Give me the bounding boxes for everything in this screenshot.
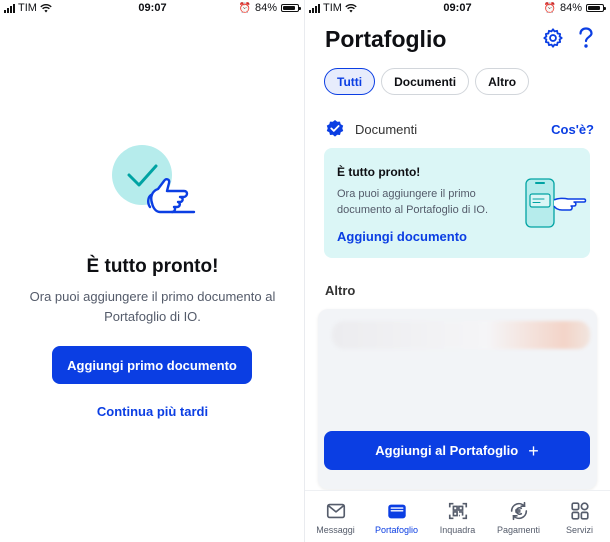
- tab-label: Inquadra: [439, 525, 476, 535]
- euro-cycle-icon: [510, 501, 527, 521]
- wallet-screen: TIM 09:07 ⏰ 84% Portafoglio Tutti Docume…: [305, 0, 610, 542]
- page-title: Portafoglio: [325, 26, 447, 52]
- filter-chip-other[interactable]: Altro: [475, 68, 530, 95]
- thumbs-up-illustration: [112, 145, 196, 214]
- ready-banner: È tutto pronto! Ora puoi aggiungere il p…: [324, 148, 590, 258]
- battery-percent: 84%: [254, 2, 277, 14]
- filter-chips: Tutti Documenti Altro: [324, 68, 530, 95]
- what-is-it-link[interactable]: Cos'è?: [551, 122, 594, 137]
- blurred-content: [332, 321, 590, 349]
- alarm-icon: ⏰: [238, 2, 251, 14]
- help-question-icon[interactable]: [578, 27, 594, 49]
- phone-with-card-illustration: [525, 178, 587, 228]
- tab-scan[interactable]: Inquadra: [427, 491, 488, 542]
- banner-text: Ora puoi aggiungere il primo documento a…: [337, 188, 489, 216]
- page-title: È tutto pronto!: [86, 256, 219, 277]
- documents-section-header: Documenti Cos'è?: [325, 119, 594, 139]
- settings-gear-icon[interactable]: [542, 27, 564, 49]
- banner-title: È tutto pronto!: [337, 165, 421, 179]
- battery-percent: 84%: [559, 2, 582, 14]
- tab-payments[interactable]: Pagamenti: [488, 491, 549, 542]
- documents-section-label: Documenti: [355, 121, 418, 137]
- filter-chip-documents[interactable]: Documenti: [381, 68, 470, 95]
- add-first-document-button[interactable]: Aggiungi primo documento: [52, 346, 252, 384]
- tab-wallet[interactable]: Portafoglio: [366, 491, 427, 542]
- alarm-icon: ⏰: [543, 2, 556, 14]
- continue-later-link[interactable]: Continua più tardi: [0, 404, 305, 419]
- plus-icon: +: [528, 440, 539, 461]
- tab-label: Messaggi: [316, 525, 355, 535]
- other-section-label: Altro: [325, 283, 356, 298]
- page-subtitle: Ora puoi aggiungere il primo documento a…: [29, 289, 276, 324]
- wallet-icon: [387, 504, 406, 519]
- tab-services[interactable]: Servizi: [549, 491, 610, 542]
- qr-scan-icon: [448, 502, 467, 520]
- filter-chip-all[interactable]: Tutti: [324, 68, 376, 95]
- add-to-wallet-button[interactable]: Aggiungi al Portafoglio +: [324, 431, 590, 470]
- verified-badge-icon: [326, 120, 344, 137]
- tab-label: Pagamenti: [496, 525, 541, 535]
- envelope-icon: [326, 503, 345, 519]
- status-bar: TIM 09:07 ⏰ 84%: [0, 0, 305, 18]
- add-to-wallet-label: Aggiungi al Portafoglio: [375, 443, 519, 458]
- grid-icon: [570, 502, 589, 520]
- tab-messages[interactable]: Messaggi: [305, 491, 366, 542]
- empty-state-screen: TIM 09:07 ⏰ 84% È tutto pronto! Ora puoi…: [0, 0, 305, 542]
- tab-label: Servizi: [565, 525, 593, 535]
- battery-icon: [281, 4, 301, 12]
- battery-icon: [586, 4, 606, 12]
- bottom-tab-bar: Messaggi Portafoglio Inquadra Pagamenti …: [305, 490, 610, 542]
- add-document-link[interactable]: Aggiungi documento: [337, 229, 467, 244]
- status-bar: TIM 09:07 ⏰ 84%: [305, 0, 610, 18]
- tab-label: Portafoglio: [374, 525, 419, 535]
